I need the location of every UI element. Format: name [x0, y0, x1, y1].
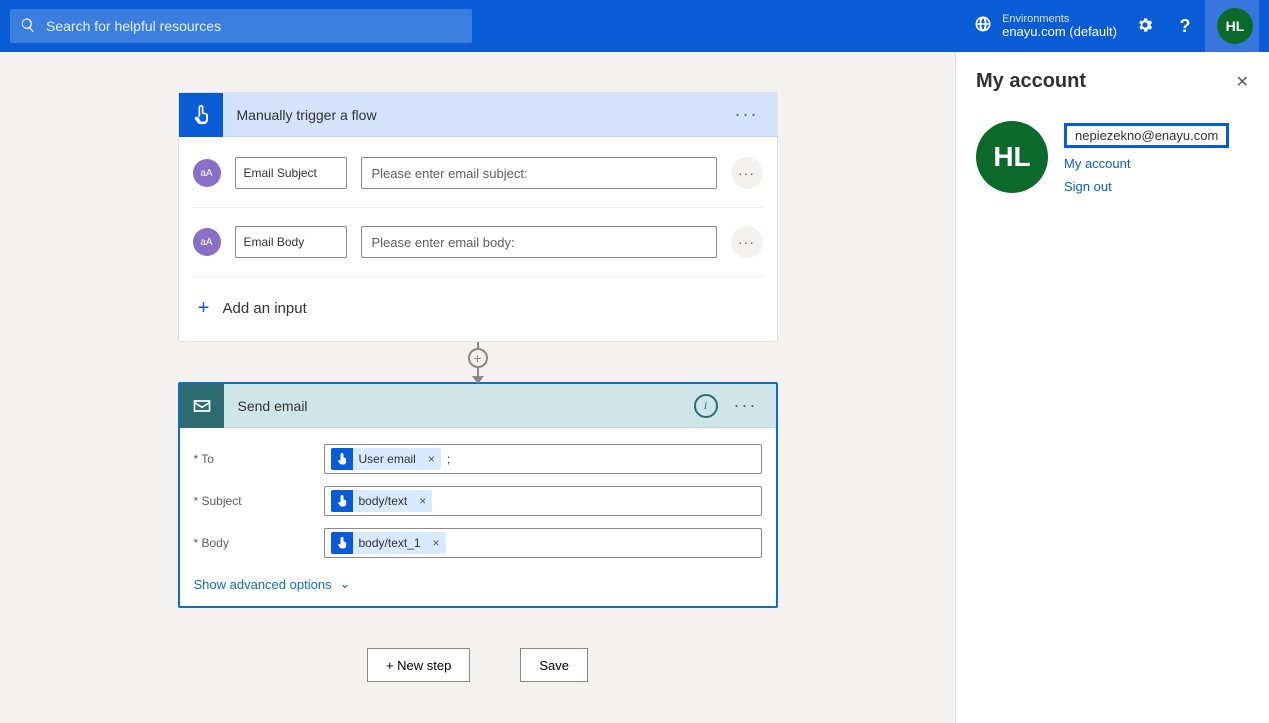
help-icon: ? [1180, 16, 1191, 37]
panel-title: My account [976, 70, 1086, 93]
dynamic-token[interactable]: body/text_1 × [331, 532, 446, 554]
arrow-down-icon [472, 376, 484, 384]
new-step-button[interactable]: + New step [367, 648, 470, 682]
flow-canvas: Manually trigger a flow ··· aA Email Sub… [0, 52, 955, 723]
body-label: * Body [194, 528, 324, 550]
chevron-down-icon: ⌄ [340, 576, 351, 592]
globe-icon [974, 15, 992, 36]
user-avatar[interactable]: HL [1217, 8, 1253, 44]
separator: ; [447, 452, 450, 466]
tap-icon [179, 93, 223, 137]
token-remove[interactable]: × [427, 536, 446, 550]
env-label: Environments [1002, 13, 1117, 25]
search-icon [20, 17, 36, 36]
mail-icon [180, 384, 224, 428]
user-email: nepiezekno@enayu.com [1064, 123, 1229, 148]
param-name-input[interactable]: Email Subject [235, 157, 347, 189]
search-input[interactable] [46, 18, 462, 34]
action-header[interactable]: Send email i ··· [180, 384, 776, 428]
app-header: Environments enayu.com (default) ? HL [0, 0, 1269, 52]
trigger-title: Manually trigger a flow [237, 107, 729, 123]
trigger-header[interactable]: Manually trigger a flow ··· [179, 93, 777, 137]
text-type-icon: aA [193, 228, 221, 256]
action-card: Send email i ··· * To User email × ; * S… [178, 382, 778, 608]
show-advanced-link[interactable]: Show advanced options ⌄ [194, 564, 762, 600]
help-button[interactable]: ? [1165, 0, 1205, 52]
to-input[interactable]: User email × ; [324, 444, 762, 474]
param-menu[interactable]: ··· [731, 157, 763, 189]
tap-icon [331, 448, 353, 470]
flow-connector: + [178, 342, 778, 382]
gear-icon [1136, 16, 1154, 37]
insert-step-button[interactable]: + [468, 348, 488, 368]
add-input-label: Add an input [223, 300, 307, 317]
info-icon[interactable]: i [694, 394, 718, 418]
save-button[interactable]: Save [520, 648, 588, 682]
token-label: User email [353, 452, 422, 466]
action-bar: + New step Save [178, 648, 778, 682]
close-icon[interactable]: ✕ [1236, 72, 1249, 92]
action-title: Send email [238, 398, 694, 414]
action-menu[interactable]: ··· [728, 395, 764, 416]
trigger-param-row: aA Email Subject Please enter email subj… [193, 147, 763, 199]
trigger-card: Manually trigger a flow ··· aA Email Sub… [178, 92, 778, 342]
subject-label: * Subject [194, 486, 324, 508]
token-remove[interactable]: × [413, 494, 432, 508]
panel-avatar: HL [976, 121, 1048, 193]
param-menu[interactable]: ··· [731, 226, 763, 258]
tap-icon [331, 490, 353, 512]
tap-icon [331, 532, 353, 554]
account-panel: My account ✕ HL nepiezekno@enayu.com My … [955, 52, 1269, 723]
dynamic-token[interactable]: body/text × [331, 490, 433, 512]
env-value: enayu.com (default) [1002, 25, 1117, 39]
search-box[interactable] [10, 9, 472, 43]
add-input-button[interactable]: + Add an input [193, 285, 763, 335]
trigger-param-row: aA Email Body Please enter email body: ·… [193, 216, 763, 268]
plus-icon: + [195, 299, 213, 317]
token-label: body/text [353, 494, 414, 508]
dynamic-token[interactable]: User email × [331, 448, 441, 470]
subject-input[interactable]: body/text × [324, 486, 762, 516]
sign-out-link[interactable]: Sign out [1064, 179, 1229, 194]
token-label: body/text_1 [353, 536, 427, 550]
to-label: * To [194, 444, 324, 466]
param-placeholder-input[interactable]: Please enter email body: [361, 226, 717, 258]
param-placeholder-input[interactable]: Please enter email subject: [361, 157, 717, 189]
my-account-link[interactable]: My account [1064, 156, 1229, 171]
environment-picker[interactable]: Environments enayu.com (default) [974, 13, 1117, 39]
settings-button[interactable] [1125, 0, 1165, 52]
token-remove[interactable]: × [422, 452, 441, 466]
trigger-menu[interactable]: ··· [729, 104, 765, 125]
text-type-icon: aA [193, 159, 221, 187]
body-input[interactable]: body/text_1 × [324, 528, 762, 558]
param-name-input[interactable]: Email Body [235, 226, 347, 258]
